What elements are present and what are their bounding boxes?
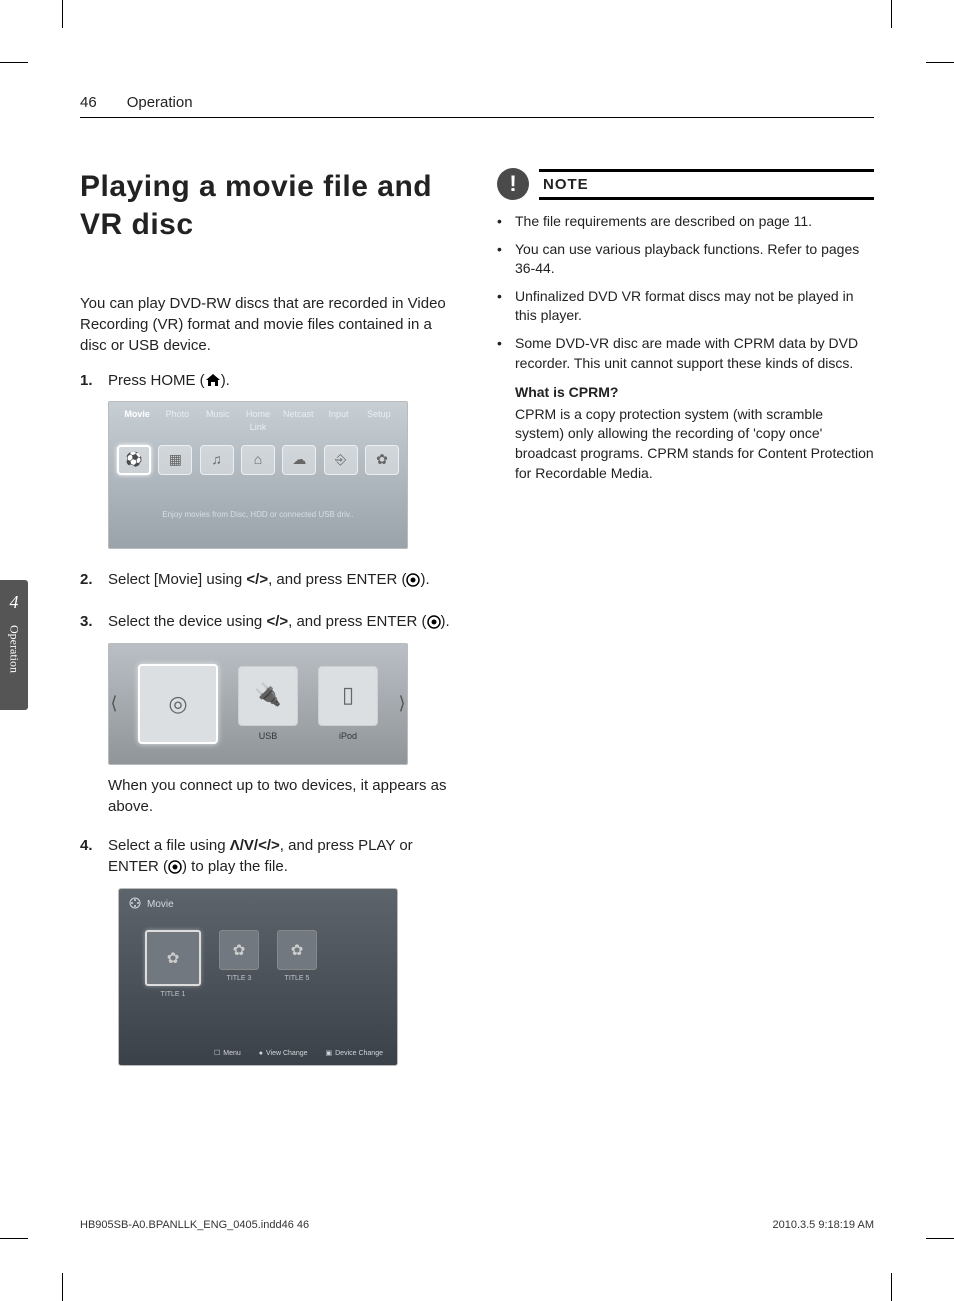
step-2-text-b: , and press ENTER ( [268,571,406,588]
home-tab-netcast: Netcast [278,408,318,433]
footer-left: HB905SB-A0.BPANLLK_ENG_0405.indd46 46 [80,1218,309,1233]
file-title-2: TITLE 3 [227,974,252,984]
home-hint-text: Enjoy movies from Disc, HDD or connected… [109,509,407,520]
nav-arrows: Λ/V/</> [230,837,280,854]
chapter-name: Operation [6,625,23,673]
home-tab-movie: Movie [117,408,157,433]
left-right-arrows: </> [246,571,268,588]
step-2-text-c: ). [420,571,429,588]
footer-menu: ☐Menu [214,1049,241,1059]
exclamation-icon: ! [497,168,529,200]
cprm-question: What is CPRM? [515,383,874,403]
step-3-text-a: Select the device using [108,613,266,630]
step-2: 2. Select [Movie] using </>, and press E… [80,569,457,601]
step-2-text-a: Select [Movie] using [108,571,246,588]
home-menu-screenshot: Movie Photo Music Home Link Netcast Inpu… [108,401,408,549]
step-3-text-c: ). [441,613,450,630]
file-browser-screenshot: Movie ✿ TITLE 1 ✿ TITLE 3 [118,888,398,1066]
file-tile-2: ✿ [219,930,259,970]
footer-right: 2010.3.5 9:18:19 AM [772,1218,874,1233]
file-title-1: TITLE 1 [161,990,186,1000]
movie-icon: ⚽ [117,445,151,475]
note-item-1: The file requirements are described on p… [515,212,812,232]
note-bullet-list: The file requirements are described on p… [497,212,874,373]
setup-icon: ✿ [365,445,399,475]
cprm-answer: CPRM is a copy protection system (with s… [515,405,874,483]
step-3-after-text: When you connect up to two devices, it a… [108,775,457,817]
ipod-label: iPod [339,730,357,743]
ipod-tile: ▯ [318,666,378,726]
file-tile-1: ✿ [145,930,201,986]
usb-label: USB [259,730,278,743]
step-number: 4. [80,835,98,1076]
footer-view: ●View Change [259,1049,308,1059]
browser-title: Movie [147,898,174,912]
step-3-text-b: , and press ENTER ( [288,613,426,630]
right-column: ! NOTE The file requirements are describ… [497,168,874,1086]
file-title-3: TITLE 5 [285,974,310,984]
homelink-icon: ⌂ [241,445,275,475]
step-list: 1. Press HOME (). Movie Photo Music Home… [80,370,457,1076]
reel-icon [129,897,141,912]
usb-tile: 🔌 [238,666,298,726]
section-name: Operation [127,92,193,113]
intro-paragraph: You can play DVD-RW discs that are recor… [80,293,457,356]
step-4-text-a: Select a file using [108,837,230,854]
side-chapter-tab: 4 Operation [0,580,28,710]
netcast-icon: ☁ [282,445,316,475]
input-icon: ⎆ [324,445,358,475]
step-4-text-c: ) to play the file. [182,858,288,875]
home-tab-homelink: Home Link [238,408,278,433]
enter-icon [168,859,182,880]
home-tab-setup: Setup [359,408,399,433]
note-item-4: Some DVD-VR disc are made with CPRM data… [515,334,874,373]
page-content: 46 Operation Playing a movie file and VR… [62,62,892,1239]
page-title: Playing a movie file and VR disc [80,168,457,243]
home-icon [205,372,221,393]
print-footer: HB905SB-A0.BPANLLK_ENG_0405.indd46 46 20… [80,1218,874,1233]
step-4: 4. Select a file using Λ/V/</>, and pres… [80,835,457,1076]
step-number: 3. [80,611,98,825]
note-item-2: You can use various playback functions. … [515,240,874,279]
music-icon: ♫ [200,445,234,475]
chapter-number: 4 [0,590,28,615]
note-item-3: Unfinalized DVD VR format discs may not … [515,287,874,326]
left-column: Playing a movie file and VR disc You can… [80,168,457,1086]
step-1-text-a: Press HOME ( [108,372,205,389]
photo-icon: ▦ [158,445,192,475]
home-tab-music: Music [198,408,238,433]
right-arrow-icon: ⟩ [398,694,406,714]
file-tile-3: ✿ [277,930,317,970]
page-header: 46 Operation [80,92,874,118]
step-3: 3. Select the device using </>, and pres… [80,611,457,825]
left-right-arrows: </> [266,613,288,630]
left-arrow-icon: ⟨ [110,694,118,714]
disc-tile: ◎ [138,664,218,744]
enter-icon [406,572,420,593]
step-1: 1. Press HOME (). Movie Photo Music Home… [80,370,457,559]
note-label: NOTE [539,174,593,195]
enter-icon [427,614,441,635]
home-tab-photo: Photo [157,408,197,433]
cprm-block: What is CPRM? CPRM is a copy protection … [497,383,874,483]
step-number: 1. [80,370,98,559]
page-number: 46 [80,92,97,113]
home-tab-input: Input [318,408,358,433]
device-select-screenshot: ⟨ ◎ 🔌 USB ▯ iPod [108,643,408,765]
note-header: ! NOTE [497,168,874,200]
step-number: 2. [80,569,98,601]
step-1-text-b: ). [221,372,230,389]
footer-device: ▣Device Change [326,1049,384,1059]
